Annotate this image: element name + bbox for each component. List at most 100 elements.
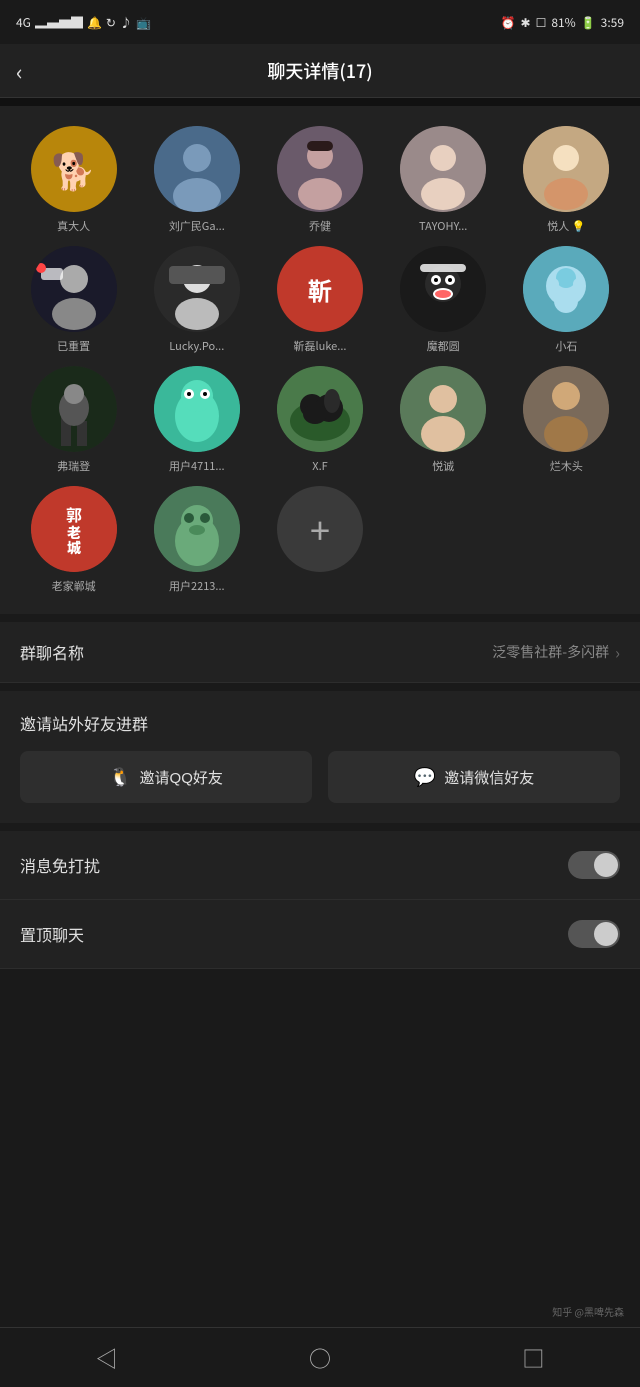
mute-notifications-row[interactable]: 消息免打扰 bbox=[0, 831, 640, 900]
list-item[interactable]: Lucky.Po... bbox=[139, 246, 254, 354]
avatar bbox=[400, 246, 486, 332]
bottom-navigation: ◁ ○ □ bbox=[0, 1327, 640, 1387]
member-name: X.F bbox=[312, 458, 327, 474]
list-item[interactable]: 已重置 bbox=[16, 246, 131, 354]
alarm-icon: ⏰ bbox=[501, 14, 516, 31]
status-right: ⏰ ✱ ☐ 81% 🔋 3:59 bbox=[501, 14, 624, 31]
invite-qq-label: 邀请QQ好友 bbox=[140, 767, 223, 788]
member-name: TAYOHY... bbox=[419, 218, 467, 234]
pin-label: 置顶聊天 bbox=[20, 922, 84, 946]
avatar bbox=[154, 486, 240, 572]
battery-icon: 🔋 bbox=[581, 14, 596, 31]
invite-section: 邀请站外好友进群 🐧 邀请QQ好友 💬 邀请微信好友 bbox=[0, 691, 640, 823]
avatar: 郭老城 bbox=[31, 486, 117, 572]
svg-text:城: 城 bbox=[67, 538, 81, 558]
avatar: 🐕 bbox=[31, 126, 117, 212]
list-item[interactable]: 悦诚 bbox=[386, 366, 501, 474]
mute-toggle[interactable] bbox=[568, 851, 620, 879]
mute-toggle-knob bbox=[594, 853, 618, 877]
list-item[interactable]: 用户2213... bbox=[139, 486, 254, 594]
avatar bbox=[400, 366, 486, 452]
group-name-label: 群聊名称 bbox=[20, 640, 84, 664]
pin-chat-row[interactable]: 置顶聊天 bbox=[0, 900, 640, 969]
nfc-icon: ☐ bbox=[536, 14, 547, 31]
invite-wechat-label: 邀请微信好友 bbox=[444, 767, 534, 788]
invite-buttons-container: 🐧 邀请QQ好友 💬 邀请微信好友 bbox=[20, 751, 620, 803]
member-name: 已重置 bbox=[57, 338, 90, 354]
back-button[interactable]: ‹ bbox=[16, 55, 23, 87]
list-item[interactable]: 郭老城 老家郸城 bbox=[16, 486, 131, 594]
qq-icon: 🐧 bbox=[109, 767, 131, 788]
members-section: 🐕 真大人 刘广民Ga... 乔健 TAYOHY... 悦人 💡 bbox=[0, 106, 640, 614]
back-nav-icon: ◁ bbox=[96, 1342, 118, 1374]
list-item[interactable]: 弗瑞登 bbox=[16, 366, 131, 474]
time: 3:59 bbox=[601, 14, 624, 31]
bluetooth-icon: ✱ bbox=[521, 14, 531, 31]
list-item[interactable]: 小石 bbox=[509, 246, 624, 354]
pin-toggle[interactable] bbox=[568, 920, 620, 948]
mute-label: 消息免打扰 bbox=[20, 853, 100, 877]
wechat-icon: 💬 bbox=[414, 767, 436, 788]
avatar bbox=[154, 246, 240, 332]
watermark: 知乎 @黑啤先森 bbox=[552, 1304, 624, 1319]
list-item[interactable]: + bbox=[262, 486, 377, 594]
member-name: 悦诚 bbox=[432, 458, 454, 474]
list-item[interactable]: 魔都圆 bbox=[386, 246, 501, 354]
list-item[interactable]: 用户4711... bbox=[139, 366, 254, 474]
avatar bbox=[400, 126, 486, 212]
recent-nav-icon: □ bbox=[522, 1342, 544, 1374]
avatar bbox=[523, 126, 609, 212]
member-name: 用户4711... bbox=[169, 458, 225, 474]
toggle-section: 消息免打扰 置顶聊天 bbox=[0, 831, 640, 969]
group-name-row[interactable]: 群聊名称 泛零售社群-多闪群 › bbox=[0, 622, 640, 683]
list-item[interactable]: TAYOHY... bbox=[386, 126, 501, 234]
list-item[interactable]: 烂木头 bbox=[509, 366, 624, 474]
list-item[interactable]: 悦人 💡 bbox=[509, 126, 624, 234]
member-name: 悦人 💡 bbox=[547, 218, 585, 234]
member-name: 乔健 bbox=[309, 218, 331, 234]
group-name-section: 群聊名称 泛零售社群-多闪群 › bbox=[0, 622, 640, 683]
list-item[interactable]: X.F bbox=[262, 366, 377, 474]
invite-label: 邀请站外好友进群 bbox=[20, 711, 620, 735]
page-header: ‹ 聊天详情(17) bbox=[0, 44, 640, 98]
home-nav-icon: ○ bbox=[309, 1342, 331, 1374]
avatar bbox=[277, 126, 363, 212]
member-name: 烂木头 bbox=[550, 458, 583, 474]
avatar bbox=[523, 366, 609, 452]
group-name-value: 泛零售社群-多闪群 bbox=[492, 642, 609, 662]
recent-nav-button[interactable]: □ bbox=[522, 1342, 544, 1374]
member-name: 弗瑞登 bbox=[57, 458, 90, 474]
list-item[interactable]: 刘广民Ga... bbox=[139, 126, 254, 234]
app-icon: 📺 bbox=[136, 14, 151, 31]
page-title: 聊天详情(17) bbox=[267, 58, 372, 84]
signal-bars: ▂▄▆█ bbox=[35, 14, 83, 31]
pin-toggle-knob bbox=[594, 922, 618, 946]
avatar bbox=[277, 366, 363, 452]
status-left: 4G ▂▄▆█ 🔔 ↻ ♪ 📺 bbox=[16, 14, 151, 31]
signal-icon: 4G bbox=[16, 14, 31, 31]
members-grid: 🐕 真大人 刘广民Ga... 乔健 TAYOHY... 悦人 💡 bbox=[16, 126, 624, 594]
group-name-value-container: 泛零售社群-多闪群 › bbox=[492, 640, 620, 664]
wifi-icon: 🔔 bbox=[87, 14, 102, 31]
avatar bbox=[31, 246, 117, 332]
invite-wechat-button[interactable]: 💬 邀请微信好友 bbox=[328, 751, 620, 803]
home-nav-button[interactable]: ○ bbox=[309, 1342, 331, 1374]
list-item[interactable]: 🐕 真大人 bbox=[16, 126, 131, 234]
avatar bbox=[154, 366, 240, 452]
list-item[interactable]: 靳 靳磊luke... bbox=[262, 246, 377, 354]
member-name: 魔都圆 bbox=[427, 338, 460, 354]
top-divider bbox=[0, 98, 640, 106]
avatar bbox=[31, 366, 117, 452]
back-nav-button[interactable]: ◁ bbox=[96, 1342, 118, 1374]
list-item[interactable]: 乔健 bbox=[262, 126, 377, 234]
member-name: Lucky.Po... bbox=[169, 338, 224, 354]
battery-level: 81% bbox=[551, 14, 575, 31]
member-name: 老家郸城 bbox=[52, 578, 96, 594]
member-name: 刘广民Ga... bbox=[169, 218, 225, 234]
avatar: 靳 bbox=[277, 246, 363, 332]
member-name: 真大人 bbox=[57, 218, 90, 234]
chevron-right-icon: › bbox=[615, 640, 620, 664]
invite-qq-button[interactable]: 🐧 邀请QQ好友 bbox=[20, 751, 312, 803]
add-member-button[interactable]: + bbox=[277, 486, 363, 572]
member-name: 小石 bbox=[555, 338, 577, 354]
